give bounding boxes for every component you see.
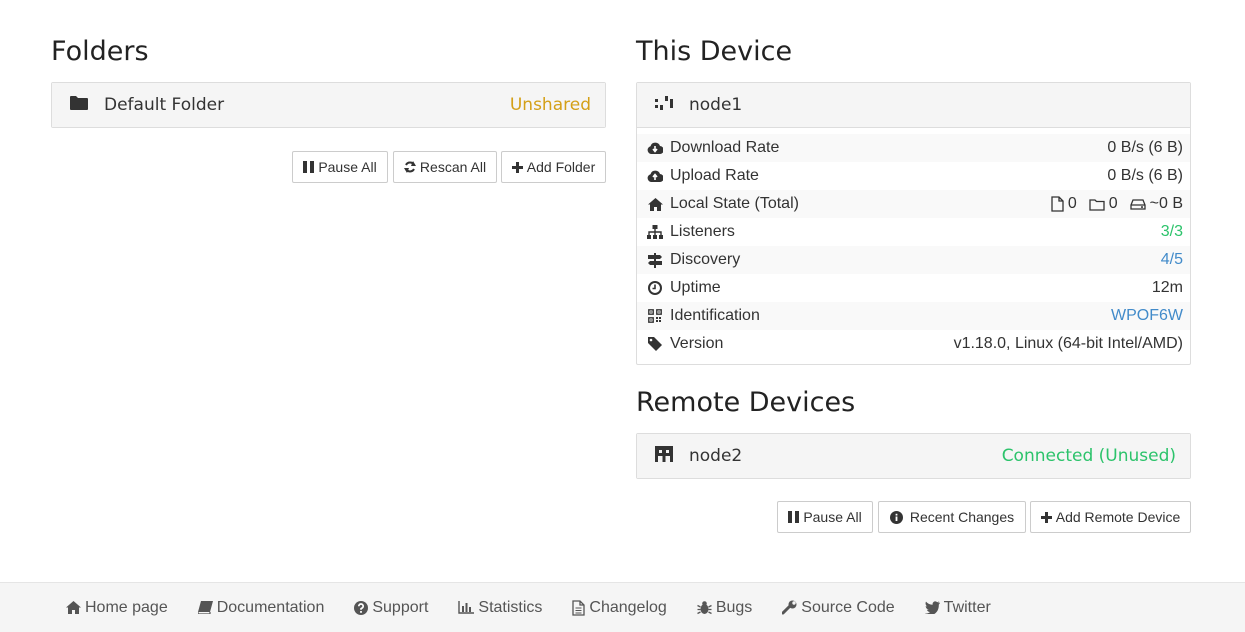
download-rate-label: Download Rate <box>670 139 780 156</box>
pause-icon <box>303 161 315 173</box>
signpost-icon <box>647 252 663 268</box>
footer-link-label: Home page <box>85 598 168 616</box>
uptime-label: Uptime <box>670 279 721 296</box>
pause-all-devices-label: Pause All <box>803 509 862 525</box>
remote-device-header[interactable]: node2 Connected (Unused) <box>637 434 1190 478</box>
sitemap-icon <box>647 224 663 240</box>
remote-identicon-icon <box>655 445 673 467</box>
uptime-value: 12m <box>1151 279 1183 296</box>
footer-link-label: Bugs <box>715 598 753 616</box>
this-device-stats: Download Rate 0 B/s (6 B) Upload Rate 0 … <box>637 127 1190 364</box>
home-icon <box>66 601 81 614</box>
local-files-count: 0 <box>1067 195 1077 212</box>
identification-label: Identification <box>670 307 760 324</box>
footer-link-twitter[interactable]: Twitter <box>924 598 991 617</box>
footer-link-label: Documentation <box>216 598 325 616</box>
discovery-value[interactable]: 4/5 <box>1161 251 1183 269</box>
folder-panel-default[interactable]: Default Folder Unshared <box>51 82 606 128</box>
home-icon <box>647 196 663 212</box>
download-rate-value: 0 B/s (6 B) <box>1107 139 1183 156</box>
folder-panel-header[interactable]: Default Folder Unshared <box>52 83 605 127</box>
qrcode-icon <box>647 308 663 324</box>
local-state-row: Local State (Total) 0 0 ~0 B <box>637 190 1190 218</box>
info-circle-icon <box>889 510 903 524</box>
footer-link-label: Source Code <box>801 598 895 616</box>
upload-rate-value: 0 B/s (6 B) <box>1107 167 1183 184</box>
file-text-icon <box>572 599 586 616</box>
local-dirs-count: 0 <box>1108 195 1118 212</box>
footer-link-label: Changelog <box>589 598 667 616</box>
version-value: v1.18.0, Linux (64-bit Intel/AMD) <box>953 335 1183 352</box>
this-device-heading: This Device <box>636 36 793 67</box>
footer-link-changelog[interactable]: Changelog <box>572 598 667 617</box>
cloud-download-icon <box>647 140 663 156</box>
twitter-icon <box>924 601 940 614</box>
device-identicon-icon <box>655 95 673 116</box>
refresh-icon <box>403 161 416 173</box>
local-state-value: 0 0 ~0 B <box>1051 195 1183 213</box>
footer-nav: Home page Documentation Support Statisti… <box>0 582 1245 632</box>
upload-rate-row: Upload Rate 0 B/s (6 B) <box>637 162 1190 190</box>
pause-all-folders-label: Pause All <box>318 159 377 175</box>
add-folder-label: Add Folder <box>526 159 596 175</box>
folder-icon <box>70 95 88 115</box>
footer-link-statistics[interactable]: Statistics <box>458 599 542 617</box>
this-device-panel: node1 Download Rate 0 B/s (6 B) Upload R… <box>636 82 1191 365</box>
listeners-label: Listeners <box>670 223 735 240</box>
rescan-all-label: Rescan All <box>419 159 487 175</box>
footer-link-support[interactable]: Support <box>354 599 428 617</box>
pause-all-devices-button[interactable]: Pause All <box>777 501 873 533</box>
recent-changes-button[interactable]: Recent Changes <box>878 501 1026 533</box>
footer-link-bugs[interactable]: Bugs <box>697 599 752 617</box>
cloud-upload-icon <box>647 168 663 184</box>
folder-status: Unshared <box>509 95 591 115</box>
plus-icon <box>1040 511 1052 523</box>
footer-link-source-code[interactable]: Source Code <box>782 598 895 617</box>
rescan-all-button[interactable]: Rescan All <box>393 151 497 183</box>
remote-devices-heading: Remote Devices <box>636 387 856 418</box>
local-state-label: Local State (Total) <box>670 195 799 212</box>
bug-icon <box>697 601 712 615</box>
tag-icon <box>647 336 663 352</box>
version-row: Version v1.18.0, Linux (64-bit Intel/AMD… <box>637 330 1190 358</box>
plus-icon <box>511 161 523 173</box>
uptime-row: Uptime 12m <box>637 274 1190 302</box>
remote-device-panel-node2[interactable]: node2 Connected (Unused) <box>636 433 1191 479</box>
footer-link-label: Statistics <box>478 598 543 616</box>
book-icon <box>197 601 213 614</box>
folders-heading: Folders <box>51 36 149 67</box>
remote-device-name: node2 <box>689 446 743 466</box>
download-rate-row: Download Rate 0 B/s (6 B) <box>637 134 1190 162</box>
pause-icon <box>788 511 800 523</box>
discovery-label: Discovery <box>670 251 741 268</box>
question-circle-icon <box>354 600 369 615</box>
upload-rate-label: Upload Rate <box>670 167 759 184</box>
pause-all-folders-button[interactable]: Pause All <box>292 151 388 183</box>
this-device-header[interactable]: node1 <box>637 83 1190 127</box>
hdd-icon <box>1129 199 1146 210</box>
wrench-icon <box>782 600 797 615</box>
remote-device-status: Connected (Unused) <box>1001 446 1176 466</box>
footer-link-label: Twitter <box>943 598 991 616</box>
add-remote-device-label: Add Remote Device <box>1055 509 1181 525</box>
bar-chart-icon <box>458 601 475 614</box>
footer-link-label: Support <box>372 598 429 616</box>
add-folder-button[interactable]: Add Folder <box>501 151 606 183</box>
identification-value[interactable]: WPOF6W <box>1111 307 1183 325</box>
footer-link-home-page[interactable]: Home page <box>66 599 168 617</box>
folder-label: Default Folder <box>104 95 225 115</box>
local-size-value: ~0 B <box>1149 195 1183 212</box>
this-device-name: node1 <box>689 95 743 115</box>
identification-row: Identification WPOF6W <box>637 302 1190 330</box>
listeners-value[interactable]: 3/3 <box>1161 223 1183 241</box>
add-remote-device-button[interactable]: Add Remote Device <box>1030 501 1191 533</box>
discovery-row: Discovery 4/5 <box>637 246 1190 274</box>
footer-link-documentation[interactable]: Documentation <box>197 598 325 617</box>
recent-changes-label: Recent Changes <box>909 509 1015 525</box>
clock-icon <box>647 280 663 296</box>
folder-outline-icon <box>1089 198 1105 211</box>
file-icon <box>1051 196 1064 212</box>
version-label: Version <box>670 335 724 352</box>
listeners-row: Listeners 3/3 <box>637 218 1190 246</box>
